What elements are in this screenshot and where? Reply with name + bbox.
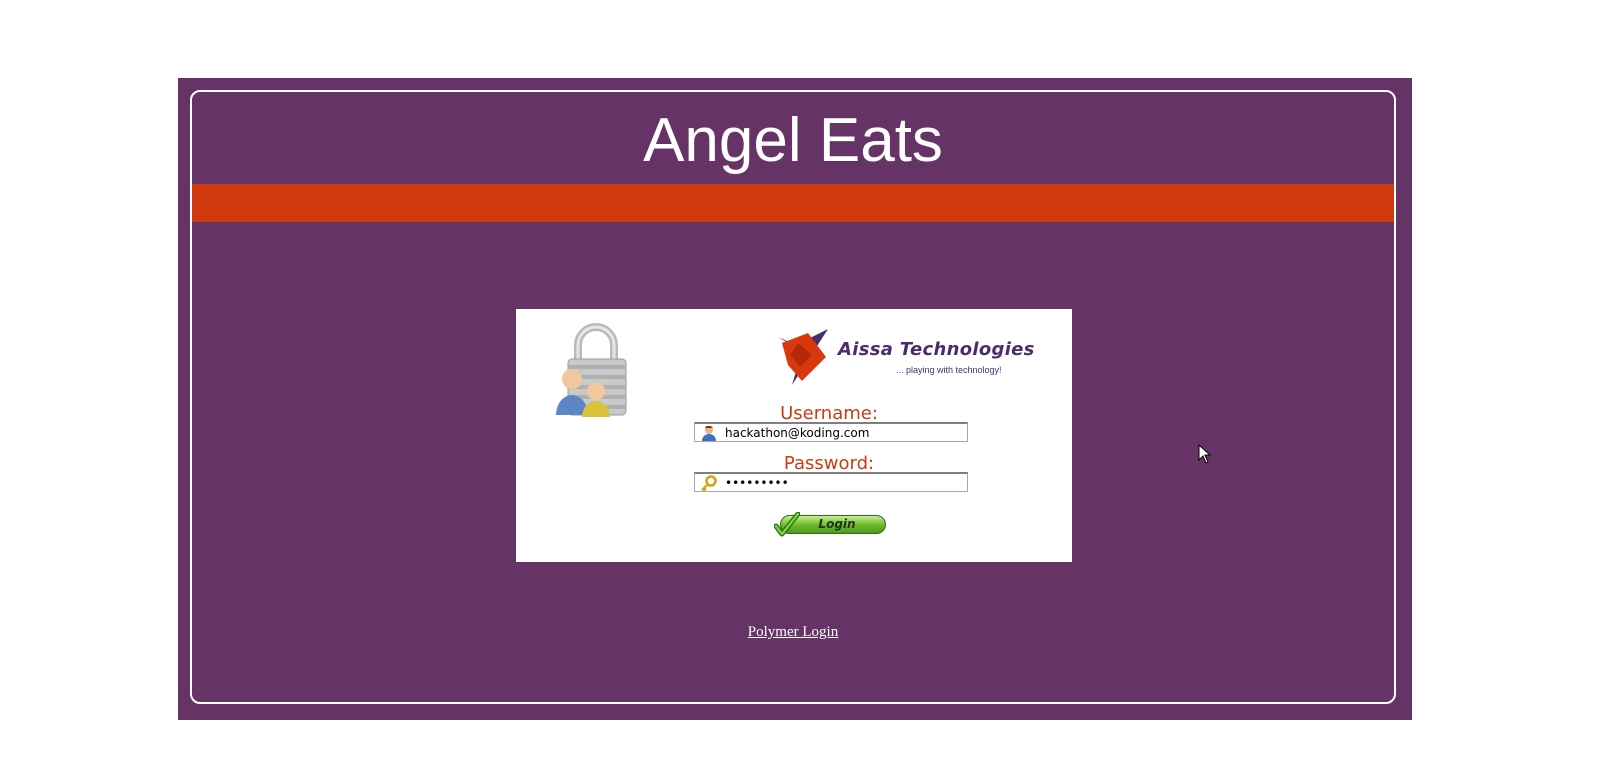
polymer-login-link[interactable]: Polymer Login <box>192 624 1394 641</box>
username-label: Username: <box>780 403 878 424</box>
page-frame: Angel Eats Aissa Technologies ... playin… <box>178 78 1412 720</box>
username-input[interactable] <box>725 425 955 440</box>
user-icon <box>702 425 716 441</box>
content-border: Angel Eats Aissa Technologies ... playin… <box>190 90 1396 704</box>
login-button[interactable]: Login <box>774 512 888 538</box>
login-card: Aissa Technologies ... playing with tech… <box>516 309 1072 562</box>
password-input[interactable] <box>725 475 955 490</box>
password-field[interactable] <box>694 472 968 492</box>
page-title: Angel Eats <box>643 106 943 175</box>
brand-tagline: ... playing with technology! <box>896 365 1002 375</box>
mouse-cursor-icon <box>1198 444 1212 464</box>
username-field[interactable] <box>694 422 968 442</box>
aissa-logo-icon <box>778 329 828 385</box>
password-label: Password: <box>783 453 875 474</box>
checkmark-icon <box>774 512 800 537</box>
brand-name: Aissa Technologies <box>838 339 1035 360</box>
key-icon <box>701 474 717 491</box>
accent-bar <box>192 184 1394 222</box>
